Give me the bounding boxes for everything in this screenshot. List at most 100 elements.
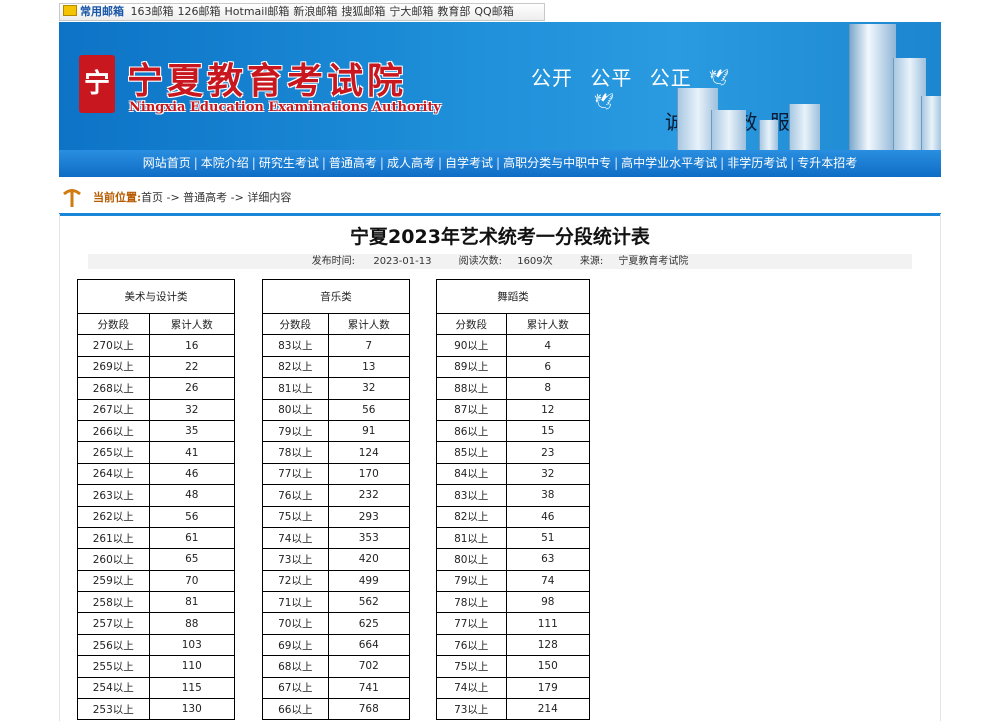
count-cell: 499 bbox=[327, 569, 411, 593]
article-title: 宁夏2023年艺术统考一分段统计表 bbox=[350, 226, 650, 248]
nav-item[interactable]: 自学考试 bbox=[445, 156, 493, 170]
mail-link[interactable]: QQ邮箱 bbox=[474, 5, 513, 18]
score-cell: 89以上 bbox=[436, 355, 507, 379]
score-cell: 79以上 bbox=[436, 569, 507, 593]
mail-link[interactable]: Hotmail邮箱 bbox=[225, 5, 290, 18]
count-cell: 232 bbox=[327, 484, 411, 507]
count-cell: 179 bbox=[505, 676, 591, 700]
view-count: 1609次 bbox=[517, 256, 553, 267]
table-row: 81以上 51 bbox=[436, 526, 591, 550]
nav-separator: | bbox=[379, 156, 384, 170]
table-row: 71以上 562 bbox=[262, 591, 411, 614]
main-nav: 网站首页 | 本院介绍 | 研究生考试 | 普通高考 | 成人高考 | 自学考试 | 高职分类与中职中专… bbox=[59, 150, 941, 177]
mail-link[interactable]: 163邮箱 bbox=[131, 5, 174, 18]
column-header: 累计人数 bbox=[327, 312, 411, 336]
score-cell: 87以上 bbox=[436, 398, 507, 421]
count-cell: 12 bbox=[505, 398, 591, 421]
mail-link[interactable]: 新浪邮箱 bbox=[293, 5, 337, 18]
table-row: 88以上 8 bbox=[436, 377, 591, 400]
score-cell: 254以上 bbox=[77, 676, 150, 700]
table-row: 79以上 74 bbox=[436, 569, 591, 593]
table-row: 269以上 22 bbox=[77, 355, 236, 379]
slogan-fairness: 公开 公平 公正 bbox=[531, 66, 692, 90]
table-row: 270以上 16 bbox=[77, 334, 236, 357]
count-cell: 23 bbox=[505, 441, 591, 464]
score-cell: 85以上 bbox=[436, 441, 507, 464]
count-cell: 420 bbox=[327, 548, 411, 571]
table-row: 77以上 111 bbox=[436, 612, 591, 635]
nav-item[interactable]: 研究生考试 bbox=[259, 156, 319, 170]
score-cell: 76以上 bbox=[262, 484, 329, 507]
table-row: 78以上 124 bbox=[262, 441, 411, 464]
table-row: 76以上 128 bbox=[436, 633, 591, 657]
nav-item[interactable]: 专升本招考 bbox=[797, 156, 857, 170]
score-cell: 266以上 bbox=[77, 419, 150, 443]
nav-item[interactable]: 非学历考试 bbox=[727, 156, 787, 170]
count-cell: 91 bbox=[327, 419, 411, 443]
table-row: 268以上 26 bbox=[77, 377, 236, 400]
mail-link[interactable]: 教育部 bbox=[437, 5, 470, 18]
column-header: 分数段 bbox=[436, 312, 507, 336]
score-cell: 70以上 bbox=[262, 612, 329, 635]
mail-link[interactable]: 搜狐邮箱 bbox=[341, 5, 385, 18]
table-row: 265以上 41 bbox=[77, 441, 236, 464]
count-cell: 111 bbox=[505, 612, 591, 635]
nav-separator: | bbox=[720, 156, 725, 170]
nav-item[interactable]: 高中学业水平考试 bbox=[621, 156, 717, 170]
table-row: 80以上 56 bbox=[262, 398, 411, 421]
breadcrumb-path[interactable]: 首页 -> 普通高考 -> 详细内容 bbox=[141, 183, 291, 213]
count-cell: 4 bbox=[505, 334, 591, 357]
table-row: 73以上 420 bbox=[262, 548, 411, 571]
mail-link[interactable]: 126邮箱 bbox=[178, 5, 221, 18]
mail-icon bbox=[63, 5, 77, 16]
score-cell: 66以上 bbox=[262, 698, 329, 721]
nav-separator: | bbox=[790, 156, 795, 170]
count-cell: 293 bbox=[327, 505, 411, 528]
score-cell: 263以上 bbox=[77, 484, 150, 507]
nav-item[interactable]: 本院介绍 bbox=[201, 156, 249, 170]
table-row: 87以上 12 bbox=[436, 398, 591, 421]
count-cell: 13 bbox=[327, 355, 411, 379]
count-cell: 81 bbox=[148, 591, 236, 614]
score-cell: 262以上 bbox=[77, 505, 150, 528]
count-cell: 38 bbox=[505, 484, 591, 507]
table-row: 256以上 103 bbox=[77, 633, 236, 657]
table-row: 264以上 46 bbox=[77, 462, 236, 486]
mail-link[interactable]: 宁大邮箱 bbox=[389, 5, 433, 18]
nav-item[interactable]: 高职分类与中职中专 bbox=[503, 156, 611, 170]
score-cell: 78以上 bbox=[436, 591, 507, 614]
table-row: 83以上 38 bbox=[436, 484, 591, 507]
count-cell: 8 bbox=[505, 377, 591, 400]
count-cell: 56 bbox=[327, 398, 411, 421]
site-logo-title[interactable]: 宁夏教育考试院 bbox=[127, 52, 407, 104]
table-row: 83以上 7 bbox=[262, 334, 411, 357]
nav-item[interactable]: 网站首页 bbox=[143, 156, 191, 170]
count-cell: 61 bbox=[148, 526, 236, 550]
nav-separator: | bbox=[437, 156, 443, 170]
count-cell: 65 bbox=[148, 548, 236, 571]
score-cell: 82以上 bbox=[436, 505, 507, 528]
count-cell: 110 bbox=[148, 655, 236, 678]
score-cell: 73以上 bbox=[262, 548, 329, 571]
count-cell: 88 bbox=[148, 612, 236, 635]
site-banner: 宁 宁夏教育考试院 Ningxia Education Examinations… bbox=[59, 22, 941, 150]
count-cell: 7 bbox=[327, 334, 411, 357]
score-cell: 78以上 bbox=[262, 441, 329, 464]
count-cell: 51 bbox=[505, 526, 591, 550]
source-label: 来源: bbox=[579, 256, 604, 267]
score-cell: 75以上 bbox=[262, 505, 329, 528]
count-cell: 56 bbox=[148, 505, 236, 528]
breadcrumb: 当前位置: 首页 -> 普通高考 -> 详细内容 bbox=[59, 183, 941, 216]
nav-item[interactable]: 普通高考 bbox=[329, 156, 377, 170]
article-content: 宁夏2023年艺术统考一分段统计表 发布时间: 2023-01-13 阅读次数:… bbox=[59, 214, 941, 721]
score-cell: 77以上 bbox=[436, 612, 507, 635]
score-cell: 79以上 bbox=[262, 419, 329, 443]
table-row: 86以上 15 bbox=[436, 419, 591, 443]
table-row: 263以上 48 bbox=[77, 484, 236, 507]
nav-item[interactable]: 成人高考 bbox=[387, 156, 435, 170]
nav-separator: | bbox=[251, 156, 256, 170]
score-cell: 257以上 bbox=[77, 612, 150, 635]
score-cell: 269以上 bbox=[77, 355, 150, 379]
table-row: 68以上 702 bbox=[262, 655, 411, 678]
count-cell: 150 bbox=[505, 655, 591, 678]
